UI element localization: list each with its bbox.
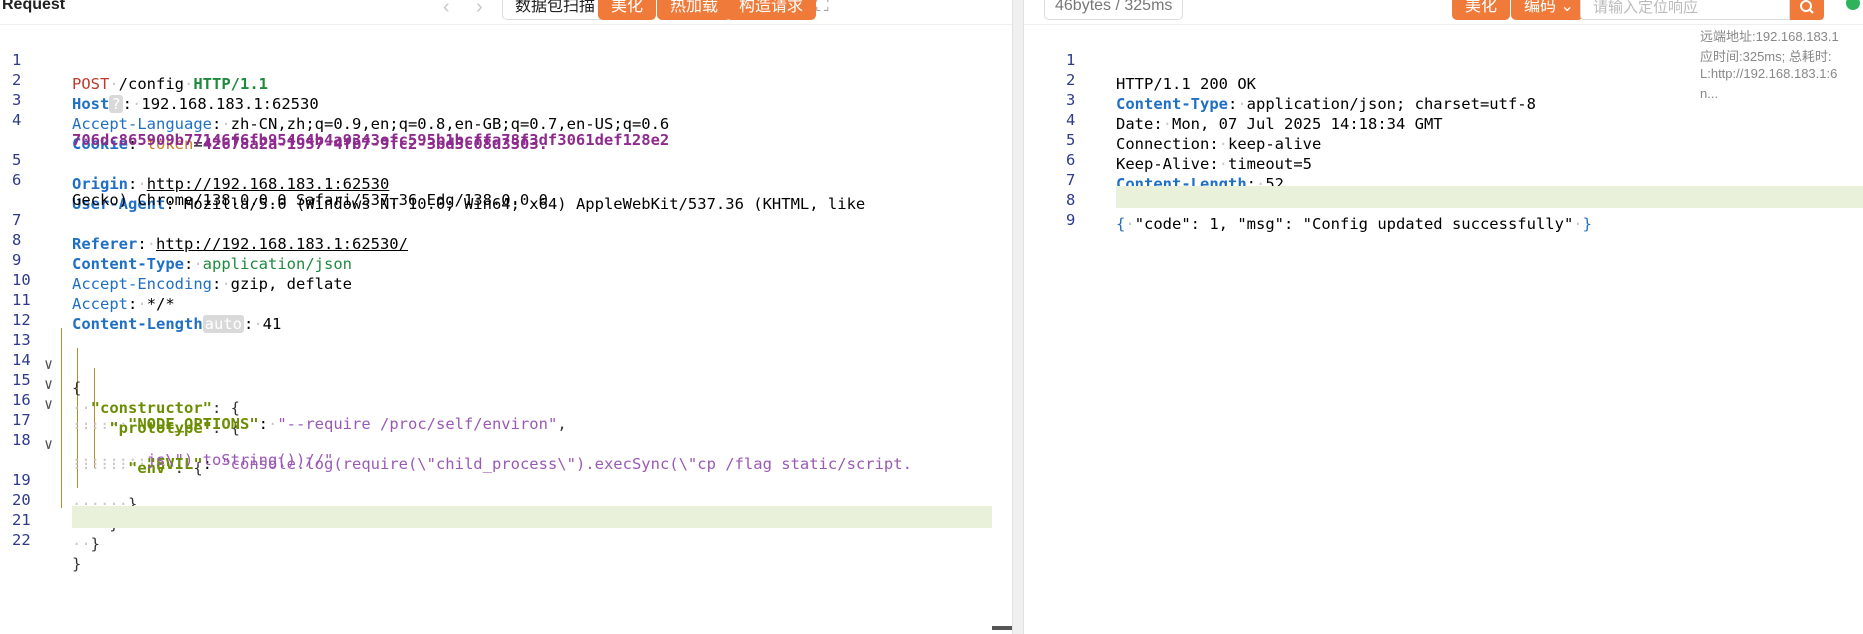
chevron-down-icon: ⌄	[1560, 0, 1574, 15]
encoding-dropdown[interactable]: 编码 ⌄	[1511, 0, 1583, 20]
expand-icon[interactable]: ⛶	[816, 0, 829, 16]
request-pane: Request ‹ › 数据包扫描 美化 热加载 构造请求 ⛶ 1 POST·/…	[0, 0, 1012, 634]
chevron-right-icon[interactable]: ›	[476, 0, 483, 19]
request-body-line: 22 }	[12, 531, 82, 573]
encoding-label: 编码	[1524, 0, 1557, 15]
construct-request-button[interactable]: 构造请求	[726, 0, 817, 20]
search-button[interactable]	[1790, 0, 1824, 20]
locate-response-input[interactable]	[1580, 0, 1790, 20]
response-viewer[interactable]: 远端地址:192.168.183.1 应时间:325ms; 总耗时: L:htt…	[1024, 24, 1863, 634]
packet-scan-button[interactable]: 数据包扫描	[502, 0, 609, 20]
request-toolbar: Request ‹ › 数据包扫描 美化 热加载 构造请求 ⛶	[0, 0, 1012, 25]
beautify-button[interactable]: 美化	[598, 0, 657, 20]
chevron-left-icon[interactable]: ‹	[443, 0, 450, 19]
response-toolbar: 46bytes / 325ms 美化 编码 ⌄	[1024, 0, 1863, 25]
search-icon	[1800, 0, 1814, 14]
request-title: Request	[2, 0, 66, 13]
pane-splitter[interactable]	[1012, 0, 1024, 634]
response-size-badge: 46bytes / 325ms	[1044, 0, 1184, 20]
hotload-button[interactable]: 热加载	[657, 0, 732, 20]
status-indicator	[1846, 0, 1860, 10]
response-body-line: 9	[1066, 211, 1076, 229]
response-pane: 46bytes / 325ms 美化 编码 ⌄ 远端地址:192.168.183…	[1024, 0, 1863, 634]
request-editor[interactable]: 1 POST·/config·HTTP/1.1 2 Host?:·192.168…	[0, 24, 1012, 634]
beautify-button[interactable]: 美化	[1452, 0, 1511, 20]
horizontal-scrollbar[interactable]	[992, 626, 1012, 630]
